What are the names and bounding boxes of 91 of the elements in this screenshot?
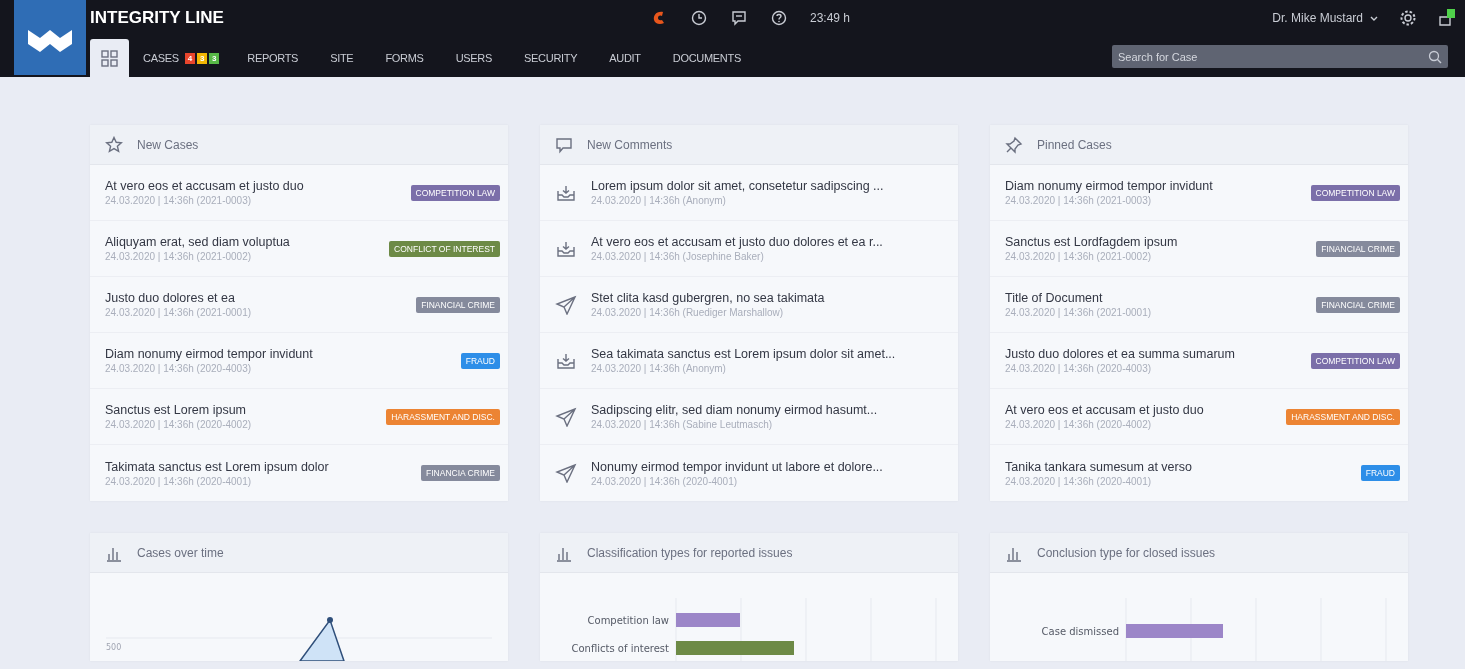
category-tag: FRAUD	[1360, 465, 1400, 481]
pin-icon	[1005, 135, 1023, 154]
nav-tab[interactable]: DOCUMENTS	[658, 39, 759, 77]
category-label: Conflicts of interest	[571, 643, 669, 654]
comment-text[interactable]: Lorem ipsum dolor sit amet, consetetur sadipscing ...	[591, 179, 950, 193]
count-badge: 4	[184, 52, 195, 64]
nav-tab[interactable]: SECURITY	[510, 39, 596, 77]
app-title: INTEGRITY LINE	[90, 8, 225, 28]
category-tag: FINANCIAL CRIME	[416, 296, 500, 313]
case-title[interactable]: Justo duo dolores et ea	[105, 291, 403, 305]
item-meta: 24.03.2020 | 14:36h (2020-4001)	[1005, 475, 1153, 487]
caret-icon	[1369, 14, 1379, 22]
nav-tab[interactable]: REPORTS	[233, 39, 317, 77]
item-meta: 24.03.2020 | 14:36h (2021-0002)	[105, 251, 253, 262]
item-meta: 24.03.2020 | 14:36h (2020-4003)	[1005, 363, 1153, 374]
category-tag: FINANCIA CRIME	[421, 465, 500, 481]
search-icon[interactable]	[1428, 50, 1442, 64]
clock-time: 23:49 h	[810, 11, 851, 25]
nav-tab[interactable]: USERS	[441, 39, 511, 77]
star-icon	[105, 135, 123, 154]
case-title[interactable]: Sanctus est Lorem ipsum	[105, 403, 373, 417]
case-title[interactable]: Tanika tankara sumesum at verso	[1005, 459, 1347, 474]
category-tag: COMPETITION LAW	[1310, 352, 1400, 369]
category-label: Case dismissed	[1041, 626, 1119, 637]
item-meta: 24.03.2020 | 14:36h (2020-4001)	[105, 475, 253, 487]
category-label: Competition law	[587, 615, 669, 626]
bar	[676, 613, 740, 627]
item-meta: 24.03.2020 | 14:36h (2020-4001)	[591, 475, 739, 487]
paper-plane-icon	[555, 406, 577, 427]
notification-icon[interactable]	[1437, 9, 1455, 27]
case-title[interactable]: Title of Document	[1005, 291, 1303, 305]
nav-tab[interactable]: AUDIT	[595, 39, 659, 77]
item-meta: 24.03.2020 | 14:36h (2021-0003)	[105, 195, 253, 206]
comment-text[interactable]: Sadipscing elitr, sed diam nonumy eirmod hasumt...	[591, 403, 950, 417]
category-tag: HARASSMENT AND DISC.	[386, 408, 500, 425]
item-meta: 24.03.2020 | 14:36h (2020-4002)	[1005, 419, 1153, 430]
nav-tab[interactable]: CASES 4 3 3	[129, 39, 234, 77]
chart-title: Classification types for reported issues	[587, 545, 793, 560]
chat-icon[interactable]	[730, 9, 748, 27]
category-tag: COMPETITION LAW	[410, 184, 500, 201]
category-tag: FRAUD	[460, 352, 500, 369]
comment-text[interactable]: Stet clita kasd gubergren, no sea takimata	[591, 291, 950, 305]
case-title[interactable]: Sanctus est Lordfagdem ipsum	[1005, 235, 1303, 249]
item-meta: 24.03.2020 | 14:36h (Anonym)	[591, 363, 727, 374]
item-meta: 24.03.2020 | 14:36h (Josephine Baker)	[591, 251, 765, 262]
comment-text[interactable]: Nonumy eirmod tempor invidunt ut labore et dolore...	[591, 459, 950, 474]
comment-text[interactable]: At vero eos et accusam et justo duo dolores et ea r...	[591, 235, 950, 249]
category-tag: FINANCIAL CRIME	[1316, 240, 1400, 257]
case-title[interactable]: Takimata sanctus est Lorem ipsum dolor	[105, 459, 408, 474]
paper-plane-icon	[555, 294, 577, 315]
item-meta: 24.03.2020 | 14:36h (2021-0002)	[1005, 251, 1153, 262]
grid-icon	[100, 48, 119, 68]
item-meta: 24.03.2020 | 14:36h (Sabine Leutmasch)	[591, 419, 774, 430]
category-tag: COMPETITION LAW	[1310, 184, 1400, 201]
category-tag: HARASSMENT AND DISC.	[1286, 408, 1400, 425]
clock-icon[interactable]	[690, 9, 708, 27]
help-icon[interactable]	[770, 9, 788, 27]
item-meta: 24.03.2020 | 14:36h (2020-4003)	[105, 363, 253, 374]
settings-icon[interactable]	[1399, 9, 1417, 27]
item-meta: 24.03.2020 | 14:36h (2021-0003)	[1005, 195, 1153, 206]
chart-title: Cases over time	[137, 545, 224, 560]
item-meta: 24.03.2020 | 14:36h (2021-0001)	[105, 307, 253, 318]
axis-label: 500	[106, 643, 122, 652]
category-tag: CONFLICT OF INTEREST	[389, 240, 500, 257]
nav-tab[interactable]: FORMS	[371, 39, 442, 77]
search-field[interactable]: Search for Case	[1112, 45, 1448, 68]
item-meta: 24.03.2020 | 14:36h (2020-4002)	[105, 419, 253, 430]
count-badge: 3	[196, 52, 208, 64]
case-title[interactable]: Justo duo dolores et ea summa sumarum	[1005, 347, 1297, 361]
item-meta: 24.03.2020 | 14:36h (2021-0001)	[1005, 307, 1153, 318]
line-chart-drawing	[298, 617, 346, 661]
category-tag: FINANCIAL CRIME	[1316, 296, 1400, 313]
paper-plane-icon	[555, 463, 577, 483]
panel-title: New Cases	[137, 137, 199, 152]
panel-title: Pinned Cases	[1037, 137, 1112, 152]
nav-tab[interactable]: SITE	[316, 39, 372, 77]
case-title[interactable]: Diam nonumy eirmod tempor invidunt	[105, 347, 447, 361]
logo[interactable]	[14, 0, 86, 75]
speech-bubble-icon	[555, 135, 573, 154]
item-meta: 24.03.2020 | 14:36h (Ruediger Marshallow)	[591, 307, 785, 318]
case-title[interactable]: Aliquyam erat, sed diam voluptua	[105, 235, 376, 249]
panel-title: New Comments	[587, 137, 673, 152]
dashboard-tab[interactable]	[90, 39, 129, 77]
case-title[interactable]: At vero eos et accusam et justo duo	[105, 179, 397, 193]
comment-text[interactable]: Sea takimata sanctus est Lorem ipsum dolor sit amet...	[591, 347, 950, 361]
case-title[interactable]: At vero eos et accusam et justo duo	[1005, 403, 1273, 417]
chart-title: Conclusion type for closed issues	[1037, 545, 1216, 560]
user-menu[interactable]: Dr. Mike Mustard	[1272, 11, 1379, 25]
case-title[interactable]: Diam nonumy eirmod tempor invidunt	[1005, 179, 1297, 193]
item-meta: 24.03.2020 | 14:36h (Anonym)	[591, 195, 727, 206]
count-badge: 3	[209, 52, 220, 64]
